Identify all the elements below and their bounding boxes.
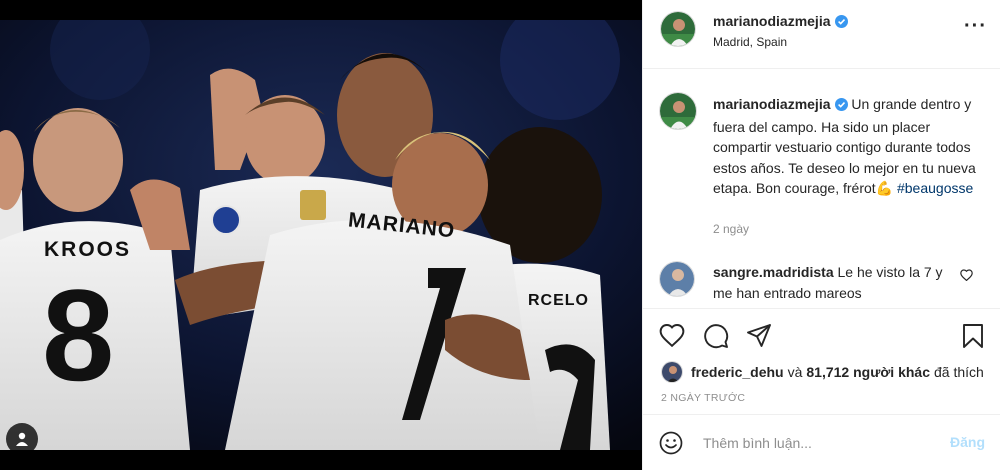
more-horizontal-icon[interactable]: ··· [964,16,987,36]
comment-author-username[interactable]: sangre.madridista [713,264,834,280]
likes-suffix: đã thích [933,364,984,380]
comments-section: marianodiazmejia Un grande dentro y fuer… [643,70,1000,308]
author-avatar[interactable] [660,11,696,47]
post-photo-area: KROOS 8 MARIANO RCELO [0,0,642,470]
likes-summary: frederic_dehu và 81,712 người khác đã th… [661,361,984,383]
liker-avatar[interactable] [661,361,683,383]
verified-badge-icon [834,15,848,31]
comment-like-heart-icon[interactable] [960,268,973,284]
paper-plane-icon[interactable] [746,323,772,349]
verified-badge-icon [834,96,848,117]
jersey-name-kroos: KROOS [44,238,132,261]
bookmark-icon[interactable] [961,323,987,349]
heart-icon[interactable] [659,323,685,349]
emoji-icon[interactable] [659,431,683,458]
post-caption: marianodiazmejia Un grande dentro y fuer… [713,94,983,199]
post-photo[interactable]: KROOS 8 MARIANO RCELO [0,20,642,450]
post-side-panel: marianodiazmejia Madrid, Spain ··· maria… [642,0,1000,470]
likes-connector: và [787,364,803,380]
caption-author-avatar[interactable] [659,92,697,130]
add-comment-bar: Đăng [643,414,1000,470]
caption-hashtag-link[interactable]: #beaugosse [897,180,973,196]
post-actions: frederic_dehu và 81,712 người khác đã th… [643,308,1000,408]
jersey-name-marcelo: RCELO [528,292,589,309]
author-username[interactable]: marianodiazmejia [713,13,831,29]
comment-icon[interactable] [703,323,729,349]
post-date[interactable]: 2 NGÀY TRƯỚC [661,392,745,404]
photo-letterbox-bottom [0,450,642,470]
commenter-avatar[interactable] [659,261,695,297]
likes-others-link[interactable]: 81,712 người khác [806,364,930,380]
post-header: marianodiazmejia Madrid, Spain ··· [643,0,1000,69]
caption-author-username[interactable]: marianodiazmejia [713,96,831,112]
caption-age: 2 ngày [713,222,750,236]
comment-item: sangre.madridista Le he visto la 7 y me … [713,262,953,304]
user-tag-icon[interactable] [6,423,38,450]
photo-letterbox-top [0,0,642,20]
liker-username[interactable]: frederic_dehu [691,364,784,380]
comment-input[interactable] [703,429,933,457]
post-comment-button[interactable]: Đăng [950,434,985,450]
author-username-header[interactable]: marianodiazmejia [713,13,848,31]
post-location[interactable]: Madrid, Spain [713,35,787,49]
jersey-number-kroos: 8 [42,262,115,408]
